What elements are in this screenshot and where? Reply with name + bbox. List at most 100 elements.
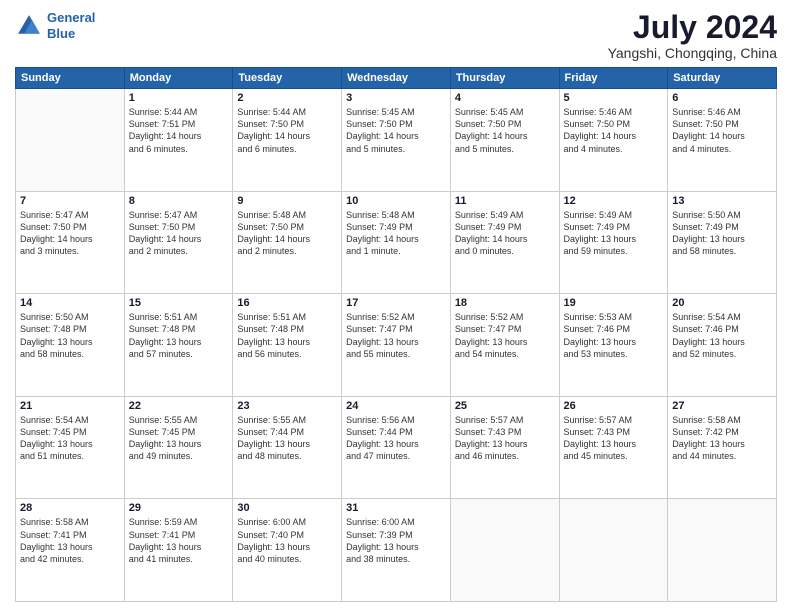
calendar-cell: 27Sunrise: 5:58 AM Sunset: 7:42 PM Dayli… (668, 396, 777, 499)
day-detail: Sunrise: 6:00 AM Sunset: 7:39 PM Dayligh… (346, 516, 446, 565)
weekday-header-row: SundayMondayTuesdayWednesdayThursdayFrid… (16, 68, 777, 89)
calendar-cell: 5 Sunrise: 5:46 AM Sunset: 7:50 PM Daylig… (559, 89, 668, 192)
weekday-header: Saturday (668, 68, 777, 89)
calendar-cell: 21Sunrise: 5:54 AM Sunset: 7:45 PM Dayli… (16, 396, 125, 499)
calendar-cell (559, 499, 668, 602)
day-detail: Sunrise: 6:00 AM Sunset: 7:40 PM Dayligh… (237, 516, 337, 565)
day-number: 20 (672, 297, 772, 309)
day-number: 19 (564, 297, 664, 309)
day-number: 1 (129, 92, 229, 104)
weekday-header: Wednesday (342, 68, 451, 89)
day-number: 26 (564, 400, 664, 412)
calendar-cell: 2Sunrise: 5:44 AM Sunset: 7:50 PM Daylig… (233, 89, 342, 192)
calendar-cell: 18Sunrise: 5:52 AM Sunset: 7:47 PM Dayli… (450, 294, 559, 397)
calendar-cell: 24 Sunrise: 5:56 AM Sunset: 7:44 PM Dayli… (342, 396, 451, 499)
calendar: SundayMondayTuesdayWednesdayThursdayFrid… (15, 67, 777, 602)
day-detail: Sunrise: 5:59 AM Sunset: 7:41 PM Dayligh… (129, 516, 229, 565)
calendar-week-row: 28 Sunrise: 5:58 AM Sunset: 7:41 PM Dayli… (16, 499, 777, 602)
calendar-week-row: 7Sunrise: 5:47 AM Sunset: 7:50 PM Daylig… (16, 191, 777, 294)
day-detail: Sunrise: 5:55 AM Sunset: 7:45 PM Dayligh… (129, 414, 229, 463)
day-number: 13 (672, 195, 772, 207)
day-detail: Sunrise: 5:51 AM Sunset: 7:48 PM Dayligh… (237, 311, 337, 360)
day-number: 5 (564, 92, 664, 104)
calendar-cell: 25Sunrise: 5:57 AM Sunset: 7:43 PM Dayli… (450, 396, 559, 499)
calendar-cell: 6 Sunrise: 5:46 AM Sunset: 7:50 PM Daylig… (668, 89, 777, 192)
day-number: 11 (455, 195, 555, 207)
calendar-cell: 28 Sunrise: 5:58 AM Sunset: 7:41 PM Dayli… (16, 499, 125, 602)
page: General Blue July 2024 Yangshi, Chongqin… (0, 0, 792, 612)
calendar-cell: 14 Sunrise: 5:50 AM Sunset: 7:48 PM Dayli… (16, 294, 125, 397)
calendar-cell: 16 Sunrise: 5:51 AM Sunset: 7:48 PM Dayli… (233, 294, 342, 397)
day-number: 6 (672, 92, 772, 104)
weekday-header: Monday (124, 68, 233, 89)
calendar-cell: 30 Sunrise: 6:00 AM Sunset: 7:40 PM Dayli… (233, 499, 342, 602)
day-number: 30 (237, 502, 337, 514)
logo: General Blue (15, 10, 95, 41)
calendar-week-row: 1Sunrise: 5:44 AM Sunset: 7:51 PM Daylig… (16, 89, 777, 192)
header: General Blue July 2024 Yangshi, Chongqin… (15, 10, 777, 61)
day-detail: Sunrise: 5:45 AM Sunset: 7:50 PM Dayligh… (346, 106, 446, 155)
logo-line2: Blue (47, 26, 75, 41)
day-detail: Sunrise: 5:58 AM Sunset: 7:41 PM Dayligh… (20, 516, 120, 565)
calendar-week-row: 14 Sunrise: 5:50 AM Sunset: 7:48 PM Dayli… (16, 294, 777, 397)
day-detail: Sunrise: 5:46 AM Sunset: 7:50 PM Dayligh… (672, 106, 772, 155)
calendar-cell: 7Sunrise: 5:47 AM Sunset: 7:50 PM Daylig… (16, 191, 125, 294)
day-number: 25 (455, 400, 555, 412)
day-detail: Sunrise: 5:52 AM Sunset: 7:47 PM Dayligh… (455, 311, 555, 360)
day-detail: Sunrise: 5:53 AM Sunset: 7:46 PM Dayligh… (564, 311, 664, 360)
calendar-cell: 1Sunrise: 5:44 AM Sunset: 7:51 PM Daylig… (124, 89, 233, 192)
day-detail: Sunrise: 5:54 AM Sunset: 7:46 PM Dayligh… (672, 311, 772, 360)
day-number: 21 (20, 400, 120, 412)
day-number: 29 (129, 502, 229, 514)
day-detail: Sunrise: 5:57 AM Sunset: 7:43 PM Dayligh… (564, 414, 664, 463)
weekday-header: Sunday (16, 68, 125, 89)
day-number: 22 (129, 400, 229, 412)
calendar-cell: 17Sunrise: 5:52 AM Sunset: 7:47 PM Dayli… (342, 294, 451, 397)
calendar-cell (450, 499, 559, 602)
calendar-cell: 29 Sunrise: 5:59 AM Sunset: 7:41 PM Dayli… (124, 499, 233, 602)
calendar-cell: 23 Sunrise: 5:55 AM Sunset: 7:44 PM Dayli… (233, 396, 342, 499)
day-number: 14 (20, 297, 120, 309)
calendar-cell: 31 Sunrise: 6:00 AM Sunset: 7:39 PM Dayli… (342, 499, 451, 602)
day-detail: Sunrise: 5:48 AM Sunset: 7:50 PM Dayligh… (237, 209, 337, 258)
calendar-cell: 8 Sunrise: 5:47 AM Sunset: 7:50 PM Daylig… (124, 191, 233, 294)
calendar-cell: 19 Sunrise: 5:53 AM Sunset: 7:46 PM Dayli… (559, 294, 668, 397)
day-detail: Sunrise: 5:48 AM Sunset: 7:49 PM Dayligh… (346, 209, 446, 258)
day-detail: Sunrise: 5:46 AM Sunset: 7:50 PM Dayligh… (564, 106, 664, 155)
day-number: 4 (455, 92, 555, 104)
weekday-header: Thursday (450, 68, 559, 89)
day-number: 16 (237, 297, 337, 309)
calendar-cell: 20 Sunrise: 5:54 AM Sunset: 7:46 PM Dayli… (668, 294, 777, 397)
day-detail: Sunrise: 5:55 AM Sunset: 7:44 PM Dayligh… (237, 414, 337, 463)
day-number: 12 (564, 195, 664, 207)
day-detail: Sunrise: 5:56 AM Sunset: 7:44 PM Dayligh… (346, 414, 446, 463)
day-number: 28 (20, 502, 120, 514)
calendar-cell: 13Sunrise: 5:50 AM Sunset: 7:49 PM Dayli… (668, 191, 777, 294)
calendar-cell: 9 Sunrise: 5:48 AM Sunset: 7:50 PM Daylig… (233, 191, 342, 294)
main-title: July 2024 (608, 10, 777, 45)
day-number: 31 (346, 502, 446, 514)
calendar-cell: 4 Sunrise: 5:45 AM Sunset: 7:50 PM Daylig… (450, 89, 559, 192)
calendar-cell: 12Sunrise: 5:49 AM Sunset: 7:49 PM Dayli… (559, 191, 668, 294)
day-detail: Sunrise: 5:58 AM Sunset: 7:42 PM Dayligh… (672, 414, 772, 463)
logo-icon (15, 12, 43, 40)
calendar-cell (668, 499, 777, 602)
day-detail: Sunrise: 5:45 AM Sunset: 7:50 PM Dayligh… (455, 106, 555, 155)
logo-line1: General (47, 10, 95, 25)
calendar-cell: 22 Sunrise: 5:55 AM Sunset: 7:45 PM Dayli… (124, 396, 233, 499)
day-detail: Sunrise: 5:49 AM Sunset: 7:49 PM Dayligh… (455, 209, 555, 258)
day-number: 15 (129, 297, 229, 309)
day-detail: Sunrise: 5:47 AM Sunset: 7:50 PM Dayligh… (129, 209, 229, 258)
calendar-cell: 10Sunrise: 5:48 AM Sunset: 7:49 PM Dayli… (342, 191, 451, 294)
day-number: 9 (237, 195, 337, 207)
calendar-cell: 15Sunrise: 5:51 AM Sunset: 7:48 PM Dayli… (124, 294, 233, 397)
day-number: 24 (346, 400, 446, 412)
calendar-cell (16, 89, 125, 192)
day-number: 23 (237, 400, 337, 412)
day-number: 17 (346, 297, 446, 309)
day-number: 8 (129, 195, 229, 207)
day-detail: Sunrise: 5:50 AM Sunset: 7:48 PM Dayligh… (20, 311, 120, 360)
day-detail: Sunrise: 5:47 AM Sunset: 7:50 PM Dayligh… (20, 209, 120, 258)
day-number: 2 (237, 92, 337, 104)
weekday-header: Tuesday (233, 68, 342, 89)
